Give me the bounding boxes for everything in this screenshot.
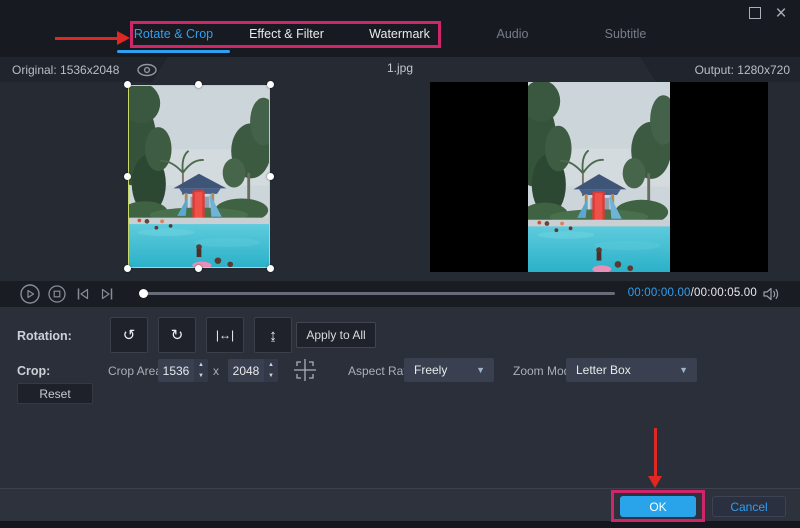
crop-height-spin-up[interactable]: ▲ [264,359,278,371]
source-preview-image[interactable] [128,85,270,268]
dropdown-arrow-icon: ▼ [476,365,485,375]
seek-slider-thumb[interactable] [139,289,148,298]
tab-audio-label: Audio [497,27,529,41]
apply-to-all-label: Apply to All [306,328,365,342]
zoom-mode-value: Letter Box [576,363,631,377]
maximize-icon [749,7,761,19]
tab-watermark[interactable]: Watermark [343,20,456,48]
previous-frame-button[interactable] [73,284,93,304]
crop-handle[interactable] [195,81,202,88]
crop-times-label: x [213,364,219,378]
title-bar: Rotate & Crop Effect & Filter Watermark … [0,0,800,57]
preview-panel: Original: 1536x2048 1.jpg Output: 1280x7… [0,57,800,281]
crop-width-input[interactable]: 1536 ▲ ▼ [158,359,208,382]
crop-handle[interactable] [267,81,274,88]
crop-handle[interactable] [124,81,131,88]
cancel-label: Cancel [730,500,767,514]
crop-position-crosshair-icon[interactable] [292,357,318,383]
reset-label: Reset [39,387,70,401]
tab-rotate-crop[interactable]: Rotate & Crop [117,20,230,48]
crop-width-spin-down[interactable]: ▼ [194,371,208,383]
close-icon: × [775,4,786,23]
crop-height-value: 2048 [228,359,264,382]
rotate-right-icon: ↻ [171,326,184,344]
next-frame-button[interactable] [97,284,117,304]
active-tab-underline [117,50,230,53]
crop-height-spin-down[interactable]: ▼ [264,371,278,383]
reset-button[interactable]: Reset [17,383,93,404]
video-editor-dialog: Rotate & Crop Effect & Filter Watermark … [0,0,800,528]
crop-selection-border [128,85,270,268]
bottom-edge [0,521,800,528]
tab-rotate-crop-label: Rotate & Crop [134,27,213,41]
aspect-ratio-value: Freely [414,363,447,377]
flip-horizontal-icon: |↔| [216,328,234,342]
flip-horizontal-button[interactable]: |↔| [206,317,244,353]
output-preview-frame [430,82,768,272]
zoom-mode-dropdown[interactable]: Letter Box ▼ [566,358,697,382]
annotation-arrow-tabs [55,31,130,45]
crop-area-label: Crop Area: [108,364,165,378]
cancel-button[interactable]: Cancel [712,496,786,517]
volume-icon[interactable] [762,286,780,302]
seek-slider[interactable] [140,292,615,295]
aspect-ratio-dropdown[interactable]: Freely ▼ [404,358,494,382]
tab-effect-filter[interactable]: Effect & Filter [230,20,343,48]
current-time: 00:00:00.00 [628,287,691,299]
apply-to-all-button[interactable]: Apply to All [296,322,376,348]
crop-label: Crop: [17,364,50,378]
total-time: 00:00:05.00 [694,287,757,299]
crop-handle[interactable] [195,265,202,272]
pool-photo-output [528,82,670,272]
flip-vertical-icon: ↨ [269,327,277,344]
tab-watermark-label: Watermark [369,27,430,41]
output-size-bar: Output: 1280x720 [640,57,800,82]
rotate-left-icon: ↺ [123,326,136,344]
ok-label: OK [649,500,666,514]
dropdown-arrow-icon: ▼ [679,365,688,375]
annotation-arrow-ok [648,428,663,488]
tab-subtitle[interactable]: Subtitle [569,20,682,48]
play-button[interactable] [20,284,40,304]
rotation-label: Rotation: [17,329,72,343]
tab-audio[interactable]: Audio [456,20,569,48]
tab-effect-filter-label: Effect & Filter [249,27,324,41]
flip-vertical-button[interactable]: ↨ [254,317,292,353]
ok-button[interactable]: OK [620,496,696,517]
stop-button[interactable] [47,284,67,304]
crop-width-spin-up[interactable]: ▲ [194,359,208,371]
crop-handle[interactable] [124,265,131,272]
crop-handle[interactable] [267,173,274,180]
crop-handle[interactable] [267,265,274,272]
crop-height-input[interactable]: 2048 ▲ ▼ [228,359,278,382]
close-button[interactable]: × [768,0,794,26]
crop-width-value: 1536 [158,359,194,382]
maximize-button[interactable] [742,0,768,26]
crop-handle[interactable] [124,173,131,180]
timecode: 00:00:00.00/00:00:05.00 [628,287,757,299]
rotate-right-button[interactable]: ↻ [158,317,196,353]
playback-bar: 00:00:00.00/00:00:05.00 [0,281,800,307]
tools-panel: Rotation: ↺ ↻ |↔| ↨ Apply to All Crop: C… [0,307,800,488]
rotate-left-button[interactable]: ↺ [110,317,148,353]
output-size-label: Output: 1280x720 [695,63,790,77]
tab-subtitle-label: Subtitle [605,27,647,41]
